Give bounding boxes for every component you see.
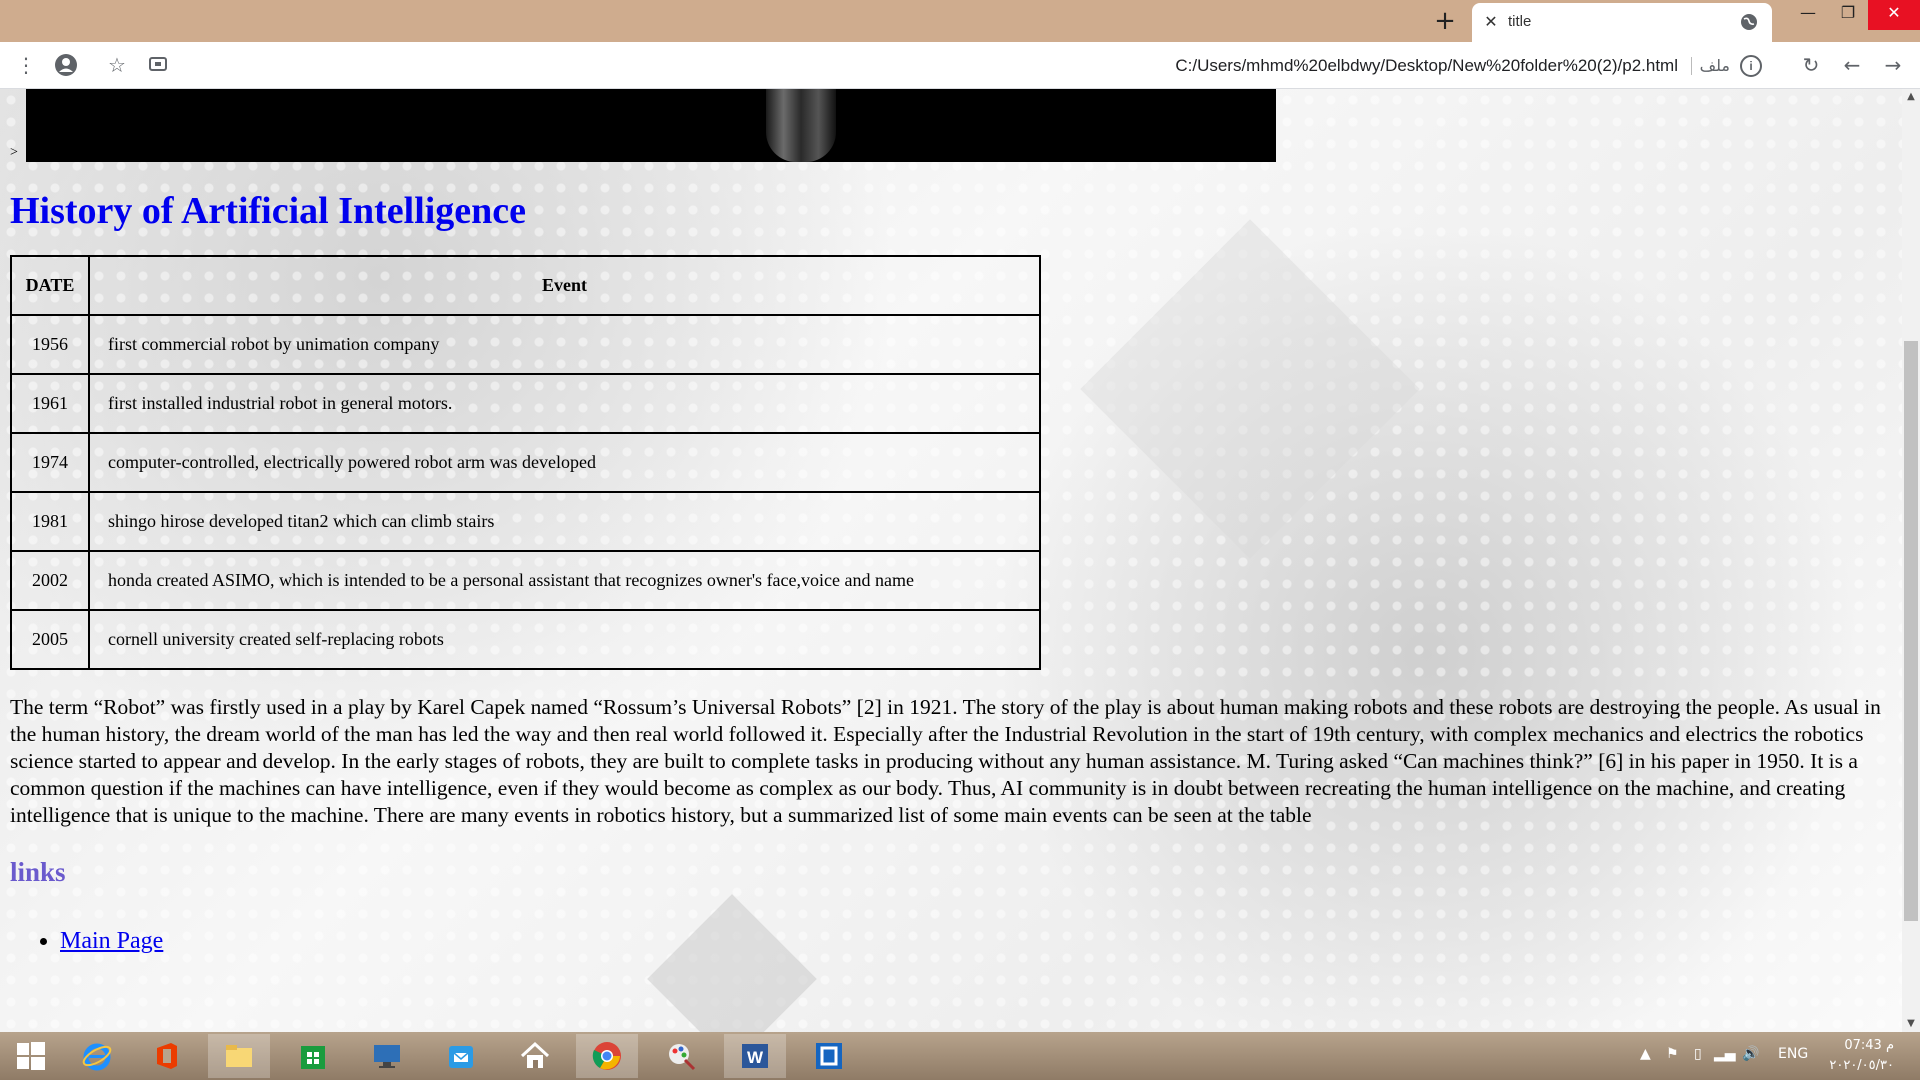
mail-icon[interactable]	[430, 1034, 492, 1078]
maximize-button[interactable]: ❐	[1828, 0, 1868, 30]
info-icon[interactable]: i	[1740, 55, 1762, 77]
browser-toolbar: ⋮ ☆ C:/Users/mhmd%20elbdwy/Desktop/New%2…	[0, 42, 1920, 89]
table-header-event: Event	[88, 255, 1041, 316]
word-icon[interactable]: W	[724, 1034, 786, 1078]
tab-title: title	[1508, 13, 1532, 30]
forward-icon[interactable]: →	[1881, 53, 1905, 77]
omnibox-separator	[1691, 57, 1692, 75]
robot-banner-image	[26, 89, 1276, 162]
scroll-up-icon[interactable]: ▲	[1902, 89, 1920, 105]
main-page-link[interactable]: Main Page	[60, 928, 163, 954]
event-cell: shingo hirose developed titan2 which can…	[88, 491, 1041, 552]
store-icon[interactable]	[282, 1034, 344, 1078]
table-row: 2005 cornell university created self-rep…	[10, 609, 1041, 670]
vertical-scrollbar[interactable]: ▲ ▼	[1902, 89, 1920, 1032]
scroll-thumb[interactable]	[1904, 341, 1918, 921]
url-text[interactable]: C:/Users/mhmd%20elbdwy/Desktop/New%20fol…	[1175, 56, 1678, 76]
volume-icon[interactable]: 🔊	[1742, 1046, 1759, 1062]
links-heading: links	[10, 857, 66, 887]
profile-icon[interactable]	[54, 53, 78, 77]
date-cell: 1961	[10, 373, 90, 434]
date-cell: 2002	[10, 550, 90, 611]
scroll-down-icon[interactable]: ▼	[1902, 1016, 1920, 1032]
table-row: 1974 computer-controlled, electrically p…	[10, 432, 1041, 493]
event-cell: first commercial robot by unimation comp…	[88, 314, 1041, 375]
new-tab-button[interactable]: +	[1432, 8, 1458, 34]
minimize-button[interactable]: —	[1788, 0, 1828, 30]
event-cell: honda created ASIMO, which is intended t…	[88, 550, 1041, 611]
page-content: History of Artificial Intelligence DATE …	[10, 189, 1890, 955]
table-row: 1956 first commercial robot by unimation…	[10, 314, 1041, 375]
windows-taskbar: W ▲ ⚑ ▯ ▂▄ 🔊 ENG 07:43 م ٢٠٢٠/٠٥/٣٠	[0, 1032, 1920, 1080]
tray-expand-icon[interactable]: ▲	[1640, 1046, 1651, 1062]
lenovo-icon[interactable]	[356, 1034, 418, 1078]
language-indicator[interactable]: ENG	[1778, 1046, 1808, 1062]
table-row: 1961 first installed industrial robot in…	[10, 373, 1041, 434]
chrome-icon[interactable]	[576, 1034, 638, 1078]
globe-icon	[1741, 14, 1757, 30]
star-icon[interactable]: ☆	[105, 53, 129, 77]
page-viewport: > History of Artificial Intelligence DAT…	[0, 89, 1902, 1032]
windows-start-icon[interactable]	[0, 1034, 62, 1078]
event-cell: cornell university created self-replacin…	[88, 609, 1041, 670]
clock-date[interactable]: ٢٠٢٠/٠٥/٣٠	[1829, 1058, 1894, 1073]
clock-time[interactable]: 07:43 م	[1844, 1038, 1894, 1053]
close-window-button[interactable]: ✕	[1868, 0, 1920, 30]
date-cell: 2005	[10, 609, 90, 670]
address-bar[interactable]: C:/Users/mhmd%20elbdwy/Desktop/New%20fol…	[150, 48, 1780, 82]
event-cell: computer-controlled, electrically powere…	[88, 432, 1041, 493]
system-tray: ▲ ⚑ ▯ ▂▄ 🔊 ENG 07:43 م ٢٠٢٠/٠٥/٣٠	[1620, 1032, 1920, 1080]
history-table: DATE Event 1956 first commercial robot b…	[10, 255, 1041, 670]
reload-icon[interactable]: ↻	[1799, 53, 1823, 77]
table-header-row: DATE Event	[10, 255, 1041, 316]
history-paragraph: The term “Robot” was firstly used in a p…	[10, 695, 1881, 827]
event-cell: first installed industrial robot in gene…	[88, 373, 1041, 434]
app-icon[interactable]	[798, 1034, 860, 1078]
paint-icon[interactable]	[650, 1034, 712, 1078]
svg-text:W: W	[747, 1048, 764, 1067]
network-error-icon[interactable]: ⚑	[1666, 1046, 1679, 1062]
office-icon[interactable]	[136, 1034, 198, 1078]
internet-explorer-icon[interactable]	[66, 1034, 128, 1078]
stray-text: >	[10, 145, 18, 160]
page-title: History of Artificial Intelligence	[10, 190, 527, 232]
back-icon[interactable]: ←	[1840, 53, 1864, 77]
table-row: 2002 honda created ASIMO, which is inten…	[10, 550, 1041, 611]
date-cell: 1956	[10, 314, 90, 375]
browser-tab[interactable]: ✕ title	[1472, 3, 1772, 42]
signal-icon[interactable]: ▂▄	[1714, 1046, 1736, 1062]
menu-icon[interactable]: ⋮	[14, 53, 38, 77]
table-header-date: DATE	[10, 255, 90, 316]
date-cell: 1981	[10, 491, 90, 552]
list-item: Main Page	[60, 928, 1890, 955]
file-explorer-icon[interactable]	[208, 1034, 270, 1078]
robot-arm-image	[766, 89, 836, 162]
omnibox-scheme-label: ملف	[1699, 56, 1730, 75]
browser-titlebar: + ✕ title — ❐ ✕	[0, 0, 1920, 42]
home-icon[interactable]	[504, 1034, 566, 1078]
tab-close-icon[interactable]: ✕	[1482, 13, 1500, 31]
battery-icon[interactable]: ▯	[1694, 1046, 1702, 1062]
links-list: Main Page	[10, 928, 1890, 955]
date-cell: 1974	[10, 432, 90, 493]
table-row: 1981 shingo hirose developed titan2 whic…	[10, 491, 1041, 552]
